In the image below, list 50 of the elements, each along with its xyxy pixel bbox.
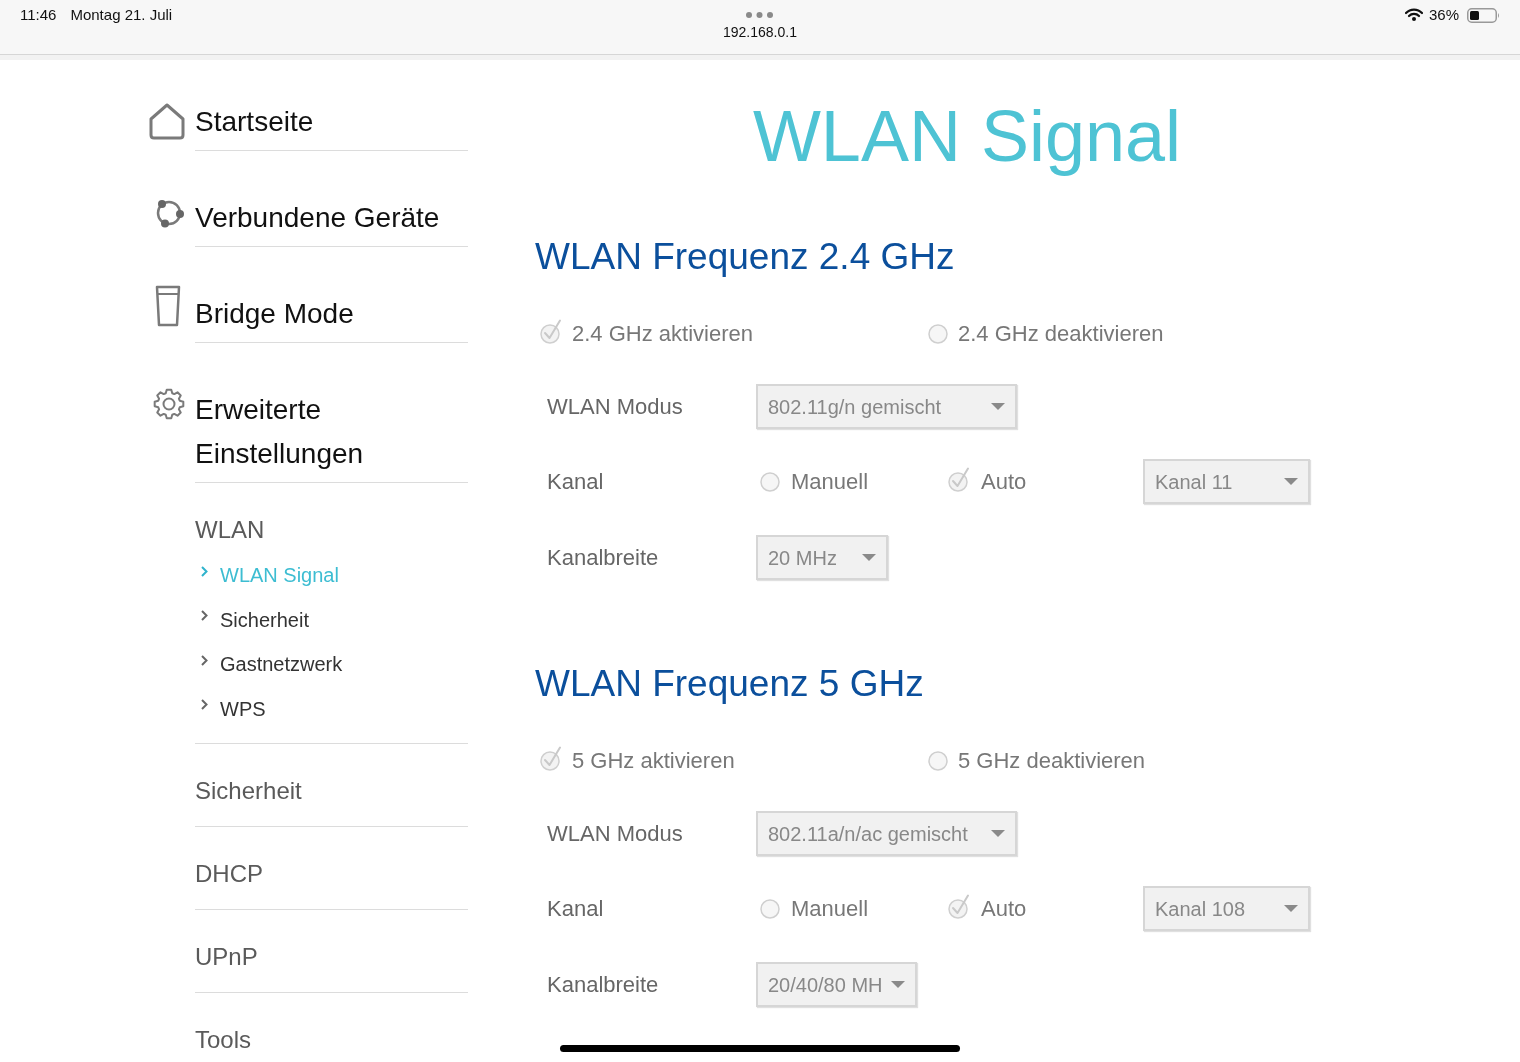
nav-item[interactable]: UPnP xyxy=(195,941,258,972)
caret-icon xyxy=(991,403,1005,410)
nav-item[interactable]: Bridge Mode xyxy=(195,292,354,336)
section-heading: WLAN Frequenz 5 GHz xyxy=(535,662,924,706)
field-label: WLAN Modus xyxy=(547,393,683,419)
field-label: Kanal xyxy=(547,895,604,921)
caret-icon xyxy=(862,554,876,561)
page-title: WLAN Signal xyxy=(752,96,1182,176)
nav-item[interactable]: WLAN xyxy=(195,515,265,545)
caret-icon xyxy=(1284,905,1298,912)
radio-option[interactable]: Auto xyxy=(948,893,1027,924)
chevron-icon xyxy=(201,654,208,666)
wifi-icon xyxy=(1404,8,1423,21)
radio-option[interactable]: Manuell xyxy=(760,466,869,497)
more-dots-icon[interactable] xyxy=(746,12,774,18)
nav-subitem[interactable]: Sicherheit xyxy=(195,605,309,634)
nav-item[interactable]: Sicherheit xyxy=(195,775,302,806)
chevron-icon xyxy=(201,699,208,710)
url-text[interactable]: 192.168.0.1 xyxy=(723,23,797,41)
radio-option[interactable]: 2.4 GHz deaktivieren xyxy=(928,319,1164,349)
chevron-icon xyxy=(201,565,208,577)
clock-time: 11:46 xyxy=(20,5,57,25)
battery-percentage: 36% xyxy=(1428,5,1459,25)
nav-item[interactable]: Verbundene Geräte xyxy=(195,196,440,240)
radio-option[interactable]: Manuell xyxy=(760,893,869,924)
battery-icon xyxy=(1467,8,1500,23)
caret-icon xyxy=(991,830,1005,837)
nav-item[interactable]: Erweiterte Einstellungen xyxy=(195,388,468,476)
nav-subitem[interactable]: Gastnetzwerk xyxy=(195,650,343,678)
radio-option[interactable]: 5 GHz aktivieren xyxy=(540,746,735,776)
nav-item[interactable]: DHCP xyxy=(195,858,263,889)
settings-icon xyxy=(153,388,185,420)
field-label: Kanal xyxy=(547,468,604,494)
field-label: Kanalbreite xyxy=(547,544,659,570)
section-heading: WLAN Frequenz 2.4 GHz xyxy=(535,235,955,279)
nav-subitem[interactable]: WPS xyxy=(195,694,266,723)
chevron-icon xyxy=(201,610,208,621)
nav-item[interactable]: Startseite xyxy=(195,100,314,144)
caret-icon xyxy=(1284,478,1298,485)
field-label: WLAN Modus xyxy=(547,820,683,846)
nav-subitem[interactable]: WLAN Signal xyxy=(195,561,339,589)
radio-option[interactable]: Auto xyxy=(948,466,1027,497)
field-label: Kanalbreite xyxy=(547,971,659,997)
caret-icon xyxy=(890,981,905,988)
nav-item[interactable]: Tools xyxy=(195,1024,252,1055)
radio-option[interactable]: 5 GHz deaktivieren xyxy=(928,746,1146,776)
cup-icon xyxy=(155,285,181,327)
house-icon xyxy=(148,102,186,140)
radio-option[interactable]: 2.4 GHz aktivieren xyxy=(540,319,753,349)
date-text: Montag 21. Juli xyxy=(70,5,173,25)
